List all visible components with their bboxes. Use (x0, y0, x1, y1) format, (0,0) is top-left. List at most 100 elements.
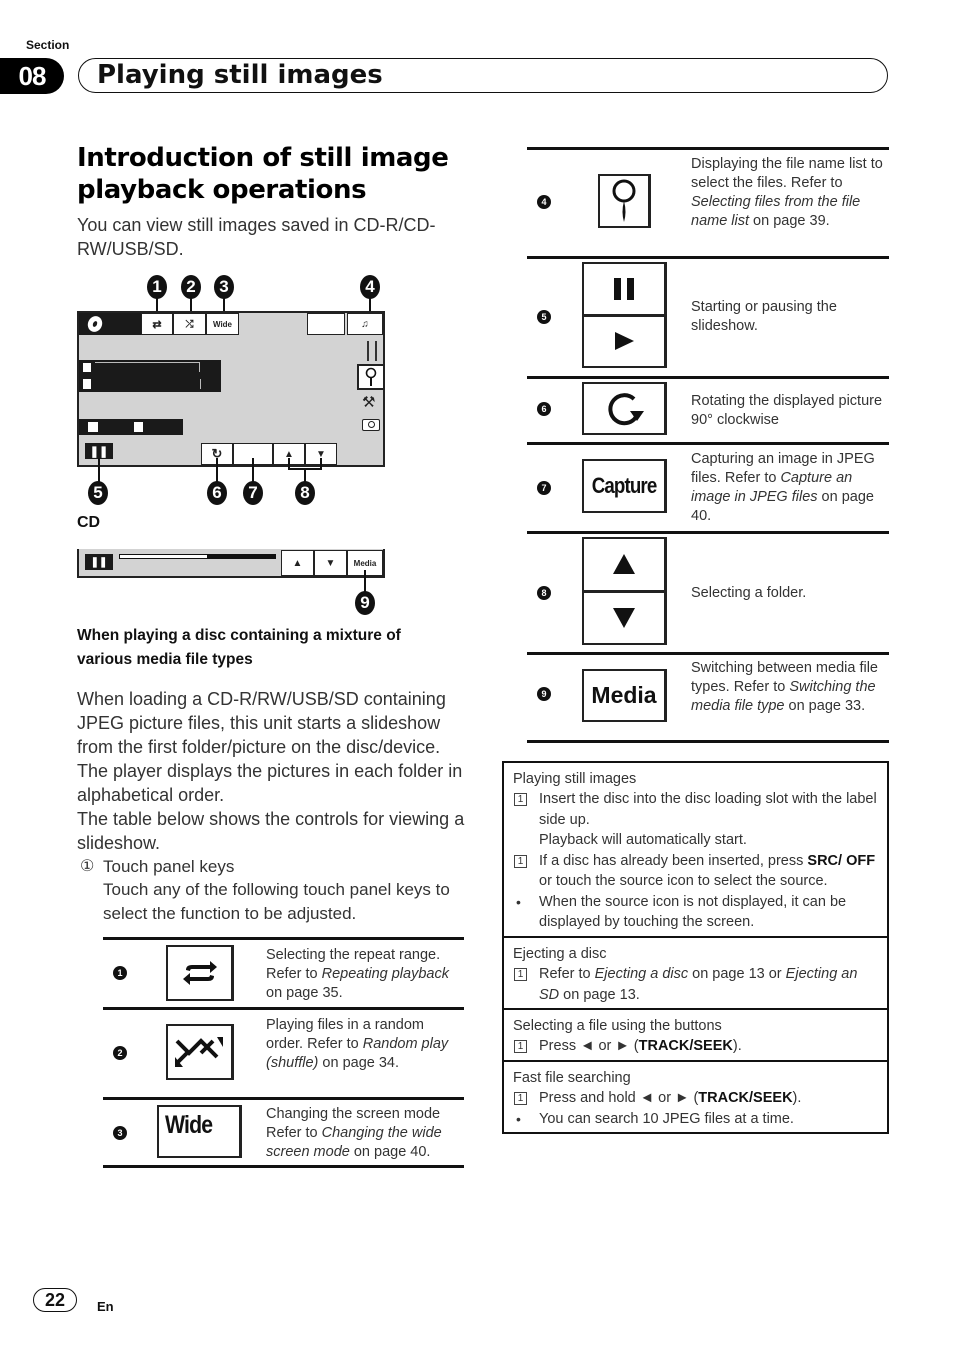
callout-7: 7 (243, 481, 263, 505)
info-bullet: • You can search 10 JPEG files at a time. (513, 1109, 878, 1130)
table-rule (103, 937, 464, 940)
touch-keys-label: Touch panel keys (103, 857, 235, 876)
folder-up-button[interactable] (584, 539, 664, 593)
step-number: 1 (514, 854, 527, 868)
scroll-indicator (367, 341, 377, 361)
table-rule (527, 376, 889, 379)
table-rule (527, 256, 889, 259)
list-icon: ♫ (361, 318, 369, 330)
shuffle-icon (174, 1037, 223, 1067)
rotate-key[interactable] (582, 382, 667, 435)
file-icon (134, 422, 143, 432)
settings-small-button[interactable]: ♫ (347, 313, 383, 335)
row-number: 7 (537, 481, 551, 495)
capture-key[interactable]: Capture (582, 459, 667, 513)
section-number-badge: 08 (0, 58, 64, 94)
step-text: Refer to Ejecting a disc on page 13 or E… (539, 966, 858, 1003)
table-rule (527, 740, 889, 743)
tools-icon[interactable]: ⚒ (362, 393, 375, 411)
table-rule (527, 531, 889, 534)
folder-file-counter (79, 419, 183, 435)
key-description: Selecting the repeat range. Refer to Rep… (266, 947, 449, 1001)
down-arrow-icon (613, 607, 635, 628)
rotate-icon (608, 392, 644, 425)
key-description: Changing the screen mode Refer to Changi… (266, 1106, 442, 1160)
folder-up-down-key[interactable] (582, 537, 667, 645)
operations-info-box: Playing still images 1 Insert the disc in… (502, 761, 889, 1134)
row-number: 9 (537, 687, 551, 701)
info-step: 1 Refer to Ejecting a disc on page 13 or … (513, 964, 878, 1005)
intro-text: You can view still images saved in CD-R/… (77, 215, 436, 259)
key-description: Switching between media file types. Refe… (691, 660, 878, 714)
search-button-small[interactable] (357, 364, 385, 390)
table-rule (527, 652, 889, 655)
step-text: Press ◄ or ► (TRACK/SEEK). (539, 1038, 742, 1054)
pause-icon (614, 277, 634, 300)
key-description: Rotating the displayed picture 90° clock… (691, 393, 883, 428)
cd-label: CD (77, 514, 101, 531)
blank-button[interactable] (307, 313, 345, 335)
shuffle-key[interactable] (166, 1024, 234, 1080)
shuffle-button-small[interactable]: ⤮ (173, 313, 206, 335)
step-number: 1 (514, 1092, 527, 1105)
folder-icon (83, 363, 91, 372)
play-button[interactable] (584, 317, 664, 367)
file-icon (83, 379, 91, 389)
search-icon (365, 367, 377, 386)
table-rule (103, 1097, 464, 1100)
up-button-small[interactable]: ▲ (281, 550, 314, 576)
pause-play-key[interactable] (582, 262, 667, 368)
key-description: Playing files in a random order. Refer t… (266, 1017, 449, 1071)
row-number: 1 (113, 966, 127, 980)
subheading: When playing a disc containing a mixture… (77, 627, 401, 668)
row-number: 4 (537, 195, 551, 209)
repeat-icon: ⇄ (152, 318, 162, 331)
bullet-marker: • (516, 1110, 521, 1127)
info-section-selecting: Selecting a file using the buttons 1 Pres… (504, 1010, 887, 1062)
wide-key[interactable]: Wide (157, 1105, 242, 1158)
language-label: En (97, 1299, 114, 1314)
info-section-title: Playing still images (513, 771, 637, 787)
step-number: 1 (514, 1040, 527, 1053)
repeat-key[interactable] (166, 945, 234, 1001)
wide-button-small[interactable]: Wide (206, 313, 239, 335)
paragraph-2: The player displays the pictures in each… (77, 761, 463, 805)
pause-button[interactable] (584, 264, 664, 317)
folder-name-bar (79, 360, 221, 376)
media-key[interactable]: Media (582, 669, 667, 722)
row-number: 8 (537, 586, 551, 600)
info-step: 1 Press and hold ◄ or ► (TRACK/SEEK). (513, 1088, 878, 1109)
search-key[interactable] (598, 174, 651, 228)
row-number: 2 (113, 1046, 127, 1060)
repeat-button-small[interactable]: ⇄ (141, 313, 173, 335)
disc-icon (87, 316, 103, 332)
play-icon (615, 332, 634, 351)
step-text: Press and hold ◄ or ► (TRACK/SEEK). (539, 1090, 802, 1106)
info-section-playing: Playing still images 1 Insert the disc in… (504, 763, 887, 938)
pause-button-small[interactable]: ❚❚ (85, 443, 113, 459)
callout-9: 9 (355, 591, 375, 615)
up-arrow-icon (613, 554, 635, 575)
camera-icon[interactable] (362, 419, 380, 431)
bullet-marker: • (516, 893, 521, 910)
page-number: 22 (33, 1288, 77, 1312)
key-description: Selecting a folder. (691, 585, 807, 601)
table-rule (103, 1165, 464, 1168)
info-section-title: Selecting a file using the buttons (513, 1018, 722, 1034)
table-rule (527, 147, 889, 150)
source-icon-area[interactable] (79, 313, 141, 335)
touch-keys-text: Touch any of the following touch panel k… (103, 880, 450, 923)
pause-button-small[interactable]: ❚❚ (85, 554, 113, 570)
info-section-title: Ejecting a disc (513, 946, 607, 962)
paragraph-3: The table below shows the controls for v… (77, 809, 465, 853)
folder-down-button[interactable] (584, 593, 664, 644)
step-text: When the source icon is not displayed, i… (539, 893, 847, 931)
repeat-icon (182, 961, 217, 985)
row-number: 5 (537, 310, 551, 324)
paragraph-1: When loading a CD-R/RW/USB/SD containing… (77, 689, 446, 757)
callout-5: 5 (88, 481, 108, 505)
table-rule (527, 442, 889, 445)
section-title: Playing still images (97, 60, 383, 90)
player-screen-diagram: ⇄ ⤮ Wide ♫ ⚒ ❚❚ ↻ ▲ ▼ (77, 311, 385, 467)
down-button-small[interactable]: ▼ (314, 550, 347, 576)
